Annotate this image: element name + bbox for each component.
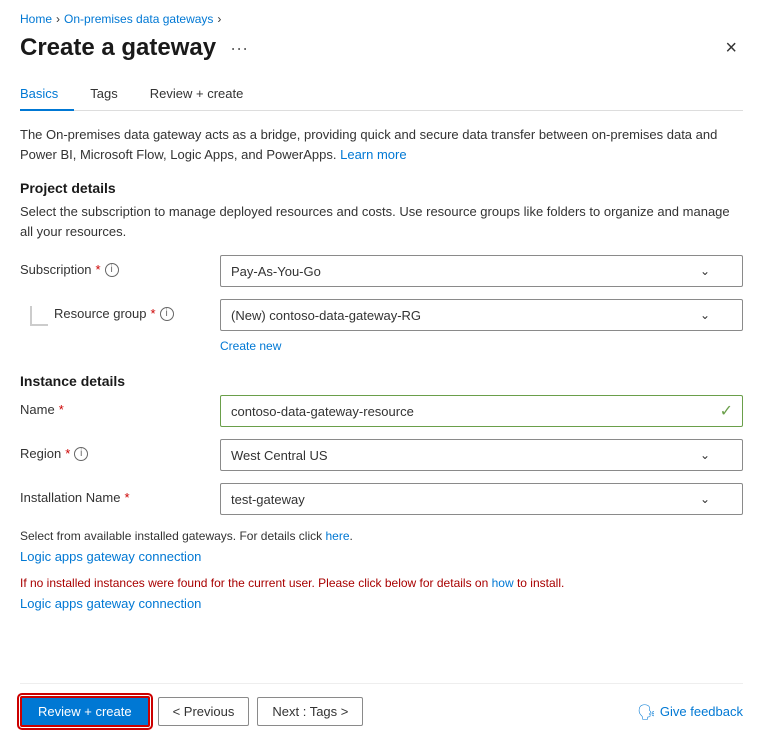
region-chevron-icon: ⌄	[700, 448, 710, 462]
subscription-info-icon[interactable]: i	[105, 263, 119, 277]
region-row: Region * i West Central US ⌄	[20, 439, 743, 471]
footer: Review + create < Previous Next : Tags >…	[20, 683, 743, 739]
breadcrumb-home[interactable]: Home	[20, 12, 52, 26]
next-button[interactable]: Next : Tags >	[257, 697, 363, 726]
tab-tags[interactable]: Tags	[74, 78, 133, 111]
instance-details-title: Instance details	[20, 373, 743, 389]
installation-chevron-icon: ⌄	[700, 492, 710, 506]
page-header: Create a gateway ··· ×	[20, 34, 743, 62]
region-field: West Central US ⌄	[220, 439, 743, 471]
name-field: ✓	[220, 395, 743, 427]
learn-more-link[interactable]: Learn more	[340, 147, 406, 162]
resource-group-required: *	[151, 306, 156, 321]
page-description: The On-premises data gateway acts as a b…	[20, 125, 743, 164]
region-label: Region	[20, 446, 61, 461]
resource-group-info-icon[interactable]: i	[160, 307, 174, 321]
name-required: *	[59, 402, 64, 417]
installation-name-row: Installation Name * test-gateway ⌄	[20, 483, 743, 515]
name-input[interactable]	[220, 395, 743, 427]
installation-field: test-gateway ⌄	[220, 483, 743, 515]
page-title: Create a gateway	[20, 34, 216, 62]
footer-right: 🗣 Give feedback	[637, 703, 743, 721]
resource-group-label: Resource group	[54, 306, 147, 321]
gateway-link-1[interactable]: Logic apps gateway connection	[20, 549, 201, 564]
gateway-info-text: Select from available installed gateways…	[20, 527, 743, 545]
previous-button[interactable]: < Previous	[158, 697, 250, 726]
breadcrumb-chevron-2: ›	[217, 12, 221, 26]
region-required: *	[65, 446, 70, 461]
instance-details-section: Instance details Name * ✓ Region * i Wes…	[20, 361, 743, 611]
project-details-section: Project details Select the subscription …	[20, 180, 743, 353]
project-details-description: Select the subscription to manage deploy…	[20, 202, 743, 241]
feedback-icon: 🗣	[637, 703, 656, 721]
tab-basics[interactable]: Basics	[20, 78, 74, 111]
resource-group-field: (New) contoso-data-gateway-RG ⌄	[220, 299, 743, 331]
installation-label: Installation Name	[20, 490, 120, 505]
subscription-select[interactable]: Pay-As-You-Go ⌄	[220, 255, 743, 287]
region-select[interactable]: West Central US ⌄	[220, 439, 743, 471]
installation-required: *	[124, 490, 129, 505]
region-info-icon[interactable]: i	[74, 447, 88, 461]
tab-bar: Basics Tags Review + create	[20, 78, 743, 111]
breadcrumb-parent[interactable]: On-premises data gateways	[64, 12, 213, 26]
project-details-title: Project details	[20, 180, 743, 196]
give-feedback-button[interactable]: 🗣 Give feedback	[637, 703, 743, 721]
subscription-row: Subscription * i Pay-As-You-Go ⌄	[20, 255, 743, 287]
tab-review-create[interactable]: Review + create	[134, 78, 260, 111]
name-label: Name	[20, 402, 55, 417]
name-row: Name * ✓	[20, 395, 743, 427]
ellipsis-button[interactable]: ···	[224, 36, 254, 61]
breadcrumb: Home › On-premises data gateways ›	[20, 12, 743, 26]
create-new-link[interactable]: Create new	[220, 339, 281, 353]
breadcrumb-chevron-1: ›	[56, 12, 60, 26]
warning-text: If no installed instances were found for…	[20, 574, 743, 592]
installation-select[interactable]: test-gateway ⌄	[220, 483, 743, 515]
subscription-field: Pay-As-You-Go ⌄	[220, 255, 743, 287]
subscription-chevron-icon: ⌄	[700, 264, 710, 278]
here-link-1[interactable]: here	[325, 529, 349, 543]
subscription-label: Subscription	[20, 262, 92, 277]
how-link[interactable]: how	[492, 576, 514, 590]
gateway-link-2[interactable]: Logic apps gateway connection	[20, 596, 201, 611]
close-button[interactable]: ×	[719, 35, 743, 62]
resource-group-select[interactable]: (New) contoso-data-gateway-RG ⌄	[220, 299, 743, 331]
review-create-button[interactable]: Review + create	[20, 696, 150, 727]
subscription-required: *	[96, 262, 101, 277]
name-check-icon: ✓	[720, 401, 733, 421]
resource-group-chevron-icon: ⌄	[700, 308, 710, 322]
